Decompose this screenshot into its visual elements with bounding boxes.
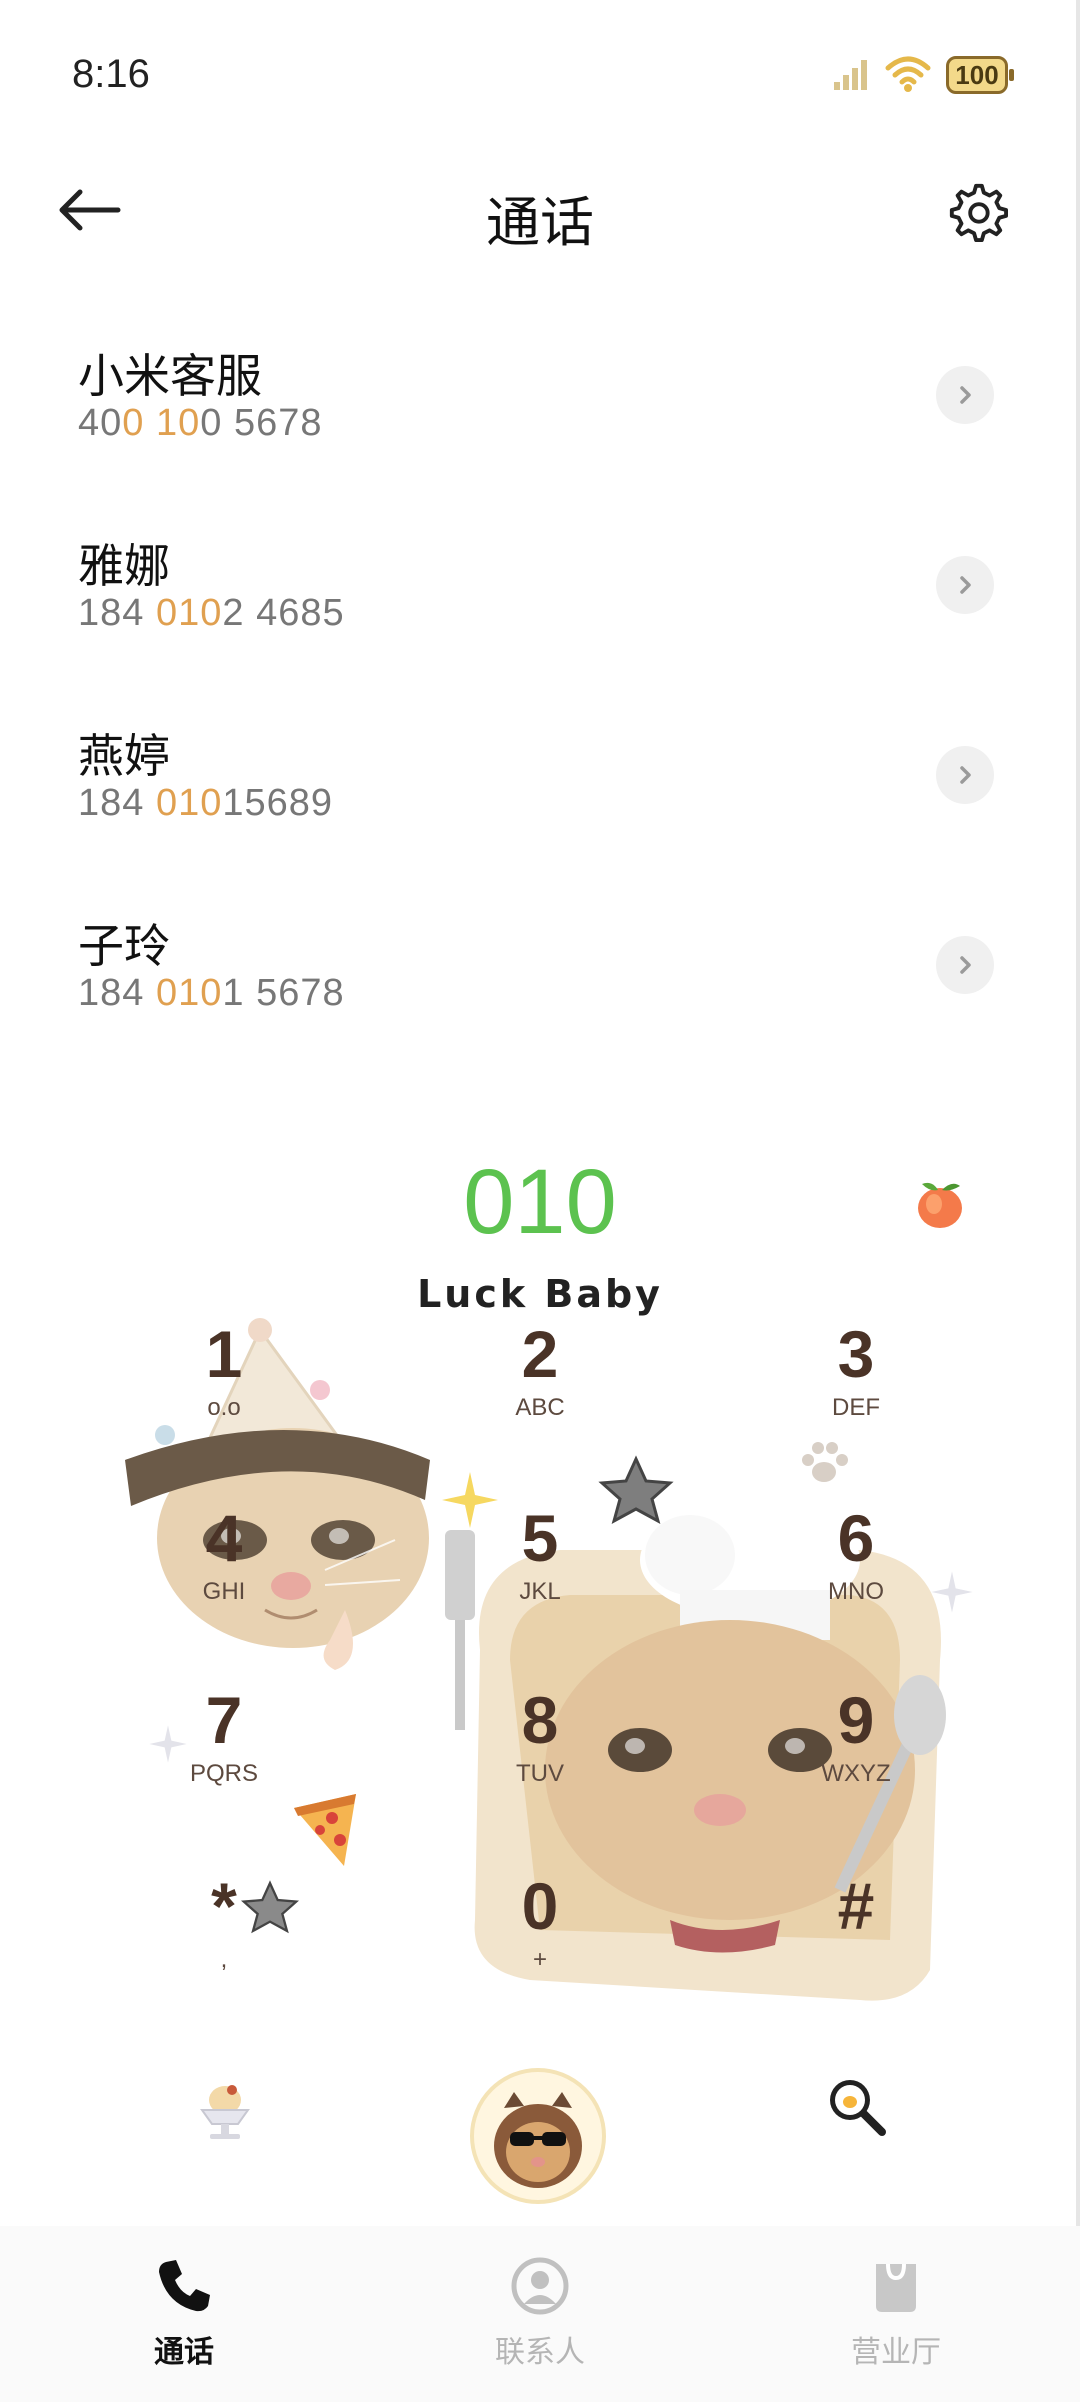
- nav-label: 营业厅: [851, 2336, 941, 2369]
- dial-key-8[interactable]: 8 TUV: [450, 1684, 630, 1824]
- call-detail-button[interactable]: [936, 366, 994, 424]
- call-detail-button[interactable]: [936, 746, 994, 804]
- chevron-right-icon: [960, 386, 971, 404]
- battery-indicator: 100: [946, 56, 1014, 94]
- settings-gear-icon[interactable]: [946, 180, 1008, 242]
- call-item[interactable]: 雅娜 184 0102 4685: [0, 510, 1080, 700]
- dial-key-0[interactable]: 0 +: [450, 1870, 630, 2010]
- recent-calls-list: 小米客服 400 100 5678 雅娜 184 0102 4685 燕婷 18…: [0, 320, 1080, 1080]
- key-digit: 8: [521, 1683, 559, 1757]
- call-item[interactable]: 燕婷 184 01015689: [0, 700, 1080, 890]
- key-digit: 5: [521, 1501, 559, 1575]
- key-digit: #: [837, 1869, 875, 1943]
- phone-icon: [159, 2260, 210, 2312]
- key-letters: JKL: [519, 1578, 561, 1605]
- call-item[interactable]: 子玲 184 0101 5678: [0, 890, 1080, 1080]
- bottom-navigation: 通话 联系人 营业厅: [0, 2226, 1080, 2402]
- key-digit: *: [211, 1869, 237, 1943]
- signal-icon: [834, 60, 867, 90]
- nav-tab-service-hall[interactable]: 营业厅: [776, 2256, 1016, 2371]
- contact-number: 184 0101 5678: [78, 972, 345, 1014]
- key-digit: 7: [205, 1683, 243, 1757]
- key-letters: GHI: [202, 1578, 246, 1605]
- nav-label: 联系人: [495, 2336, 585, 2369]
- dial-key-4[interactable]: 4 GHI: [134, 1502, 314, 1642]
- chevron-right-icon: [960, 956, 971, 974]
- dial-key-3[interactable]: 3 DEF: [766, 1318, 946, 1458]
- dial-key-1[interactable]: 1 o.o: [134, 1318, 314, 1458]
- chevron-right-icon: [960, 576, 971, 594]
- magnifier-egg-icon[interactable]: [824, 2074, 888, 2138]
- dial-key-6[interactable]: 6 MNO: [766, 1502, 946, 1642]
- page-title: 通话: [486, 193, 594, 253]
- key-letters: WXYZ: [821, 1760, 891, 1787]
- call-detail-button[interactable]: [936, 556, 994, 614]
- key-digit: 0: [521, 1869, 559, 1943]
- dial-key-5[interactable]: 5 JKL: [450, 1502, 630, 1642]
- contact-person-icon: [511, 2257, 569, 2315]
- key-digit: 1: [205, 1317, 243, 1391]
- header: 通话: [0, 160, 1080, 260]
- dial-key-star[interactable]: * ,: [134, 1870, 314, 2010]
- contact-name: 雅娜: [78, 540, 170, 592]
- key-digit: 9: [837, 1683, 875, 1757]
- cat-sunglasses-avatar-icon: [494, 2092, 582, 2188]
- call-item[interactable]: 小米客服 400 100 5678: [0, 320, 1080, 510]
- key-digit: 4: [205, 1501, 243, 1575]
- key-letters: TUV: [516, 1760, 564, 1787]
- key-digit: 3: [837, 1317, 875, 1391]
- chevron-right-icon: [960, 766, 971, 784]
- key-letters: MNO: [828, 1578, 884, 1605]
- dial-key-2[interactable]: 2 ABC: [450, 1318, 630, 1458]
- nav-tab-contacts[interactable]: 联系人: [420, 2256, 660, 2371]
- dial-key-9[interactable]: 9 WXYZ: [766, 1684, 946, 1824]
- dial-key-7[interactable]: 7 PQRS: [134, 1684, 314, 1824]
- key-letters: PQRS: [189, 1760, 258, 1787]
- contact-number: 184 0102 4685: [78, 592, 345, 634]
- contact-name: 燕婷: [78, 730, 170, 782]
- key-digit: 6: [837, 1501, 875, 1575]
- status-bar: 8:16 100: [0, 0, 1080, 150]
- key-digit: 2: [521, 1317, 559, 1391]
- shopping-bag-icon: [876, 2263, 916, 2312]
- contact-name: 小米客服: [78, 350, 262, 402]
- key-letters: ,: [220, 1946, 228, 1973]
- peach-icon[interactable]: [912, 1178, 968, 1230]
- status-time: 8:16: [72, 52, 150, 96]
- contact-number: 400 100 5678: [78, 402, 323, 444]
- contact-name: 子玲: [78, 920, 170, 972]
- wifi-icon: [885, 56, 931, 92]
- key-letters: o.o: [207, 1394, 241, 1421]
- nav-label: 通话: [154, 2336, 214, 2369]
- ice-cream-sundae-icon[interactable]: [192, 2078, 258, 2144]
- contact-number: 184 01015689: [78, 782, 334, 824]
- key-letters: ABC: [515, 1394, 565, 1421]
- key-letters: DEF: [832, 1394, 880, 1421]
- call-detail-button[interactable]: [936, 936, 994, 994]
- dial-key-hash[interactable]: #: [766, 1870, 946, 2010]
- call-button[interactable]: [470, 2068, 606, 2204]
- key-letters: +: [532, 1946, 547, 1973]
- nav-tab-calls[interactable]: 通话: [64, 2256, 304, 2371]
